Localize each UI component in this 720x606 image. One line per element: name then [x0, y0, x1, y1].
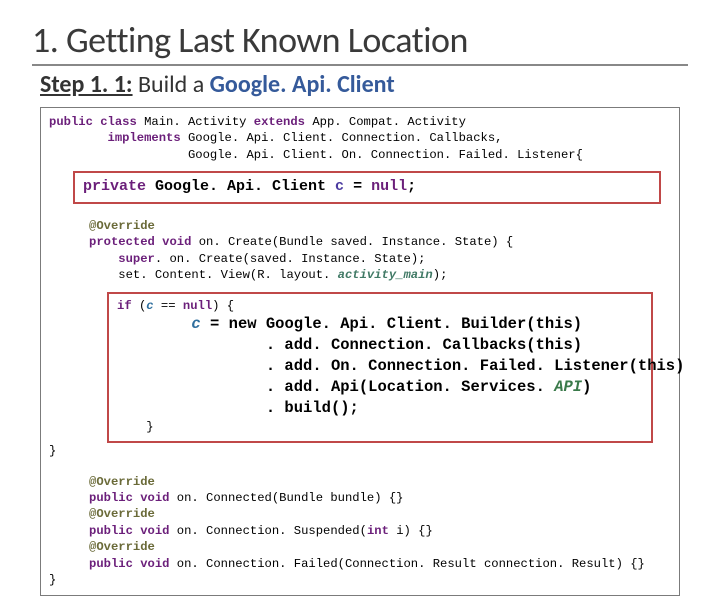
step-label: Step 1. 1: [40, 70, 133, 99]
oncreate-block: @Override protected void on. Create(Bund… [89, 218, 671, 284]
field-declaration-box: private Google. Api. Client c = null; [73, 171, 661, 203]
subtitle-build: Build a [138, 70, 204, 99]
kw-private: private [83, 178, 146, 195]
class-signature: public class Main. Activity extends App.… [49, 114, 671, 163]
builder-box: if (c == null) { c = new Google. Api. Cl… [107, 292, 653, 444]
slide: 1. Getting Last Known Location Step 1. 1… [0, 0, 720, 606]
subtitle-apiclient: Google. Api. Client [210, 70, 395, 99]
class-close: } [49, 572, 671, 588]
slide-subtitle: Step 1. 1: Build a Google. Api. Client [40, 70, 688, 99]
override-stubs: @Override public void on. Connected(Bund… [89, 474, 671, 573]
slide-title: 1. Getting Last Known Location [32, 18, 688, 66]
oncreate-close: } [49, 443, 671, 459]
code-block: public class Main. Activity extends App.… [40, 107, 680, 596]
